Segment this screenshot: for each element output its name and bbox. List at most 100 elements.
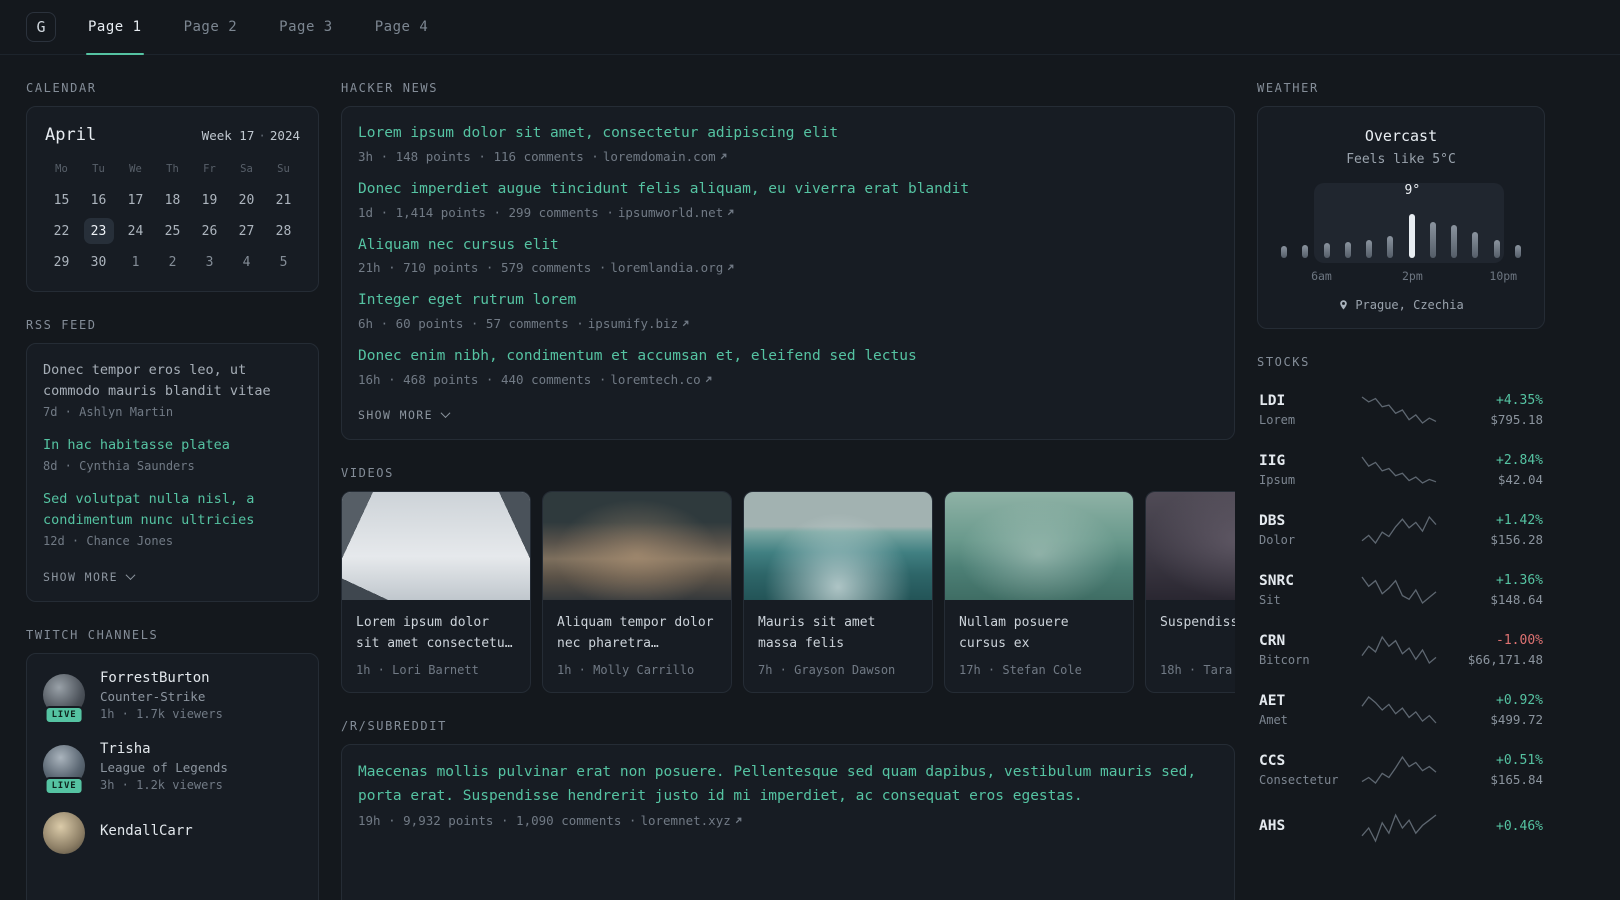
external-link-icon — [735, 817, 742, 823]
stock-name: Bitcorn — [1259, 653, 1310, 667]
twitch-channel[interactable]: LIVE Trisha League of Legends 3h · 1.2k … — [43, 741, 302, 796]
weather-bar — [1408, 214, 1415, 258]
stock-row[interactable]: LDI Lorem +4.35% $795.18 — [1257, 380, 1545, 440]
stock-sparkline — [1361, 696, 1437, 724]
hackernews-item-meta: 21h · 710 points · 579 comments · loreml… — [358, 260, 1218, 275]
stock-row[interactable]: DBS Dolor +1.42% $156.28 — [1257, 500, 1545, 560]
hackernews-source-link[interactable]: loremlandia.org — [610, 260, 735, 275]
rss-show-more-button[interactable]: SHOW MORE — [43, 569, 136, 584]
rss-item-meta: 12d · Chance Jones — [43, 533, 174, 548]
calendar-week-year: Week 17 · 2024 — [202, 128, 300, 143]
page-tabs: Page 1 Page 2 Page 3 Page 4 — [86, 0, 431, 55]
calendar-day: 23 — [83, 218, 114, 244]
stock-row[interactable]: CCS Consectetur +0.51% $165.84 — [1257, 740, 1545, 800]
external-link-icon — [682, 320, 689, 327]
video-title[interactable]: Lorem ipsum dolor sit amet consectetu… — [356, 612, 516, 654]
subreddit-post-title[interactable]: Maecenas mollis pulvinar erat non posuer… — [358, 761, 1218, 809]
hackernews-item-title[interactable]: Integer eget rutrum lorem — [358, 290, 1218, 312]
stock-id: IIG Ipsum — [1259, 453, 1351, 487]
hackernews-item: Donec imperdiet augue tincidunt felis al… — [358, 179, 1218, 220]
twitch-channel[interactable]: LIVE ForrestBurton Counter-Strike 1h · 1… — [43, 669, 302, 725]
weather-location-label: Prague, Czechia — [1355, 298, 1464, 312]
app-logo[interactable]: G — [26, 12, 56, 42]
stock-row[interactable]: IIG Ipsum +2.84% $42.04 — [1257, 440, 1545, 500]
hackernews-item-title[interactable]: Donec imperdiet augue tincidunt felis al… — [358, 179, 1218, 201]
hackernews-source-link[interactable]: loremdomain.com — [603, 149, 728, 164]
stock-values: +4.35% $795.18 — [1447, 393, 1543, 427]
page-tab[interactable]: Page 4 — [373, 0, 431, 54]
channel-info: KendallCarr — [100, 823, 193, 842]
weather-bars — [1276, 214, 1526, 258]
weekday-label: Sa — [240, 163, 253, 175]
video-thumbnail[interactable] — [744, 491, 932, 600]
page-tab[interactable]: Page 2 — [182, 0, 240, 54]
video-title[interactable]: Suspendisse diam — [1160, 612, 1235, 654]
rss-item: In hac habitasse platea 8d · Cynthia Sau… — [43, 435, 302, 473]
show-more-label: SHOW MORE — [43, 569, 118, 584]
stock-values: +0.51% $165.84 — [1447, 753, 1543, 787]
rss-item-meta: 7d · Ashlyn Martin — [43, 404, 174, 419]
stock-row[interactable]: AHS +0.46% — [1257, 800, 1545, 856]
video-meta: 17h · Stefan Cole — [959, 662, 1082, 677]
stock-name: Amet — [1259, 713, 1288, 727]
subreddit-post-meta: 19h · 9,932 points · 1,090 comments · lo… — [358, 813, 1218, 828]
video-thumbnail[interactable] — [945, 491, 1133, 600]
rss-list: Donec tempor eros leo, ut commodo mauris… — [43, 360, 302, 548]
calendar-day: 5 — [279, 254, 288, 270]
video-title[interactable]: Aliquam tempor dolor nec pharetra… — [557, 612, 717, 654]
stock-row[interactable]: SNRC Sit +1.36% $148.64 — [1257, 560, 1545, 620]
video-thumbnail[interactable] — [342, 491, 530, 600]
weather-peak-temp: 9° — [1404, 183, 1421, 198]
rss-item-title[interactable]: In hac habitasse platea — [43, 435, 302, 456]
stock-change: +1.36% — [1496, 573, 1543, 588]
subreddit-source-link[interactable]: loremnet.xyz — [640, 813, 742, 828]
twitch-channel[interactable]: KendallCarr — [43, 811, 302, 854]
video-thumbnail[interactable] — [1146, 491, 1235, 600]
stock-row[interactable]: CRN Bitcorn -1.00% $66,171.48 — [1257, 620, 1545, 680]
stock-row[interactable]: AET Amet +0.92% $499.72 — [1257, 680, 1545, 740]
rss-item-title[interactable]: Sed volutpat nulla nisl, a condimentum n… — [43, 489, 302, 531]
chevron-down-icon — [125, 570, 136, 581]
hackernews-source-link[interactable]: ipsumify.biz — [588, 316, 690, 331]
source-domain: ipsumify.biz — [587, 316, 679, 331]
hackernews-source-link[interactable]: ipsumworld.net — [618, 205, 735, 220]
video-body: Aliquam tempor dolor nec pharetra… 1h · … — [543, 600, 731, 692]
video-title[interactable]: Nullam posuere cursus ex — [959, 612, 1119, 654]
channel-name: ForrestBurton — [100, 669, 210, 686]
hackernews-item-title[interactable]: Aliquam nec cursus elit — [358, 235, 1218, 257]
hackernews-source-link[interactable]: loremtech.co — [610, 372, 712, 387]
hackernews-item-stats: 6h · 60 points · 57 comments · — [358, 316, 584, 331]
page-tab[interactable]: Page 3 — [277, 0, 335, 54]
stock-values: -1.00% $66,171.48 — [1447, 633, 1543, 667]
external-link-icon — [728, 264, 734, 271]
weekday-label: Fr — [203, 163, 216, 175]
hackernews-item-title[interactable]: Lorem ipsum dolor sit amet, consectetur … — [358, 123, 1218, 145]
stock-sparkline — [1361, 576, 1437, 605]
calendar-day: 24 — [127, 223, 144, 239]
hackernews-item-title[interactable]: Donec enim nibh, condimentum et accumsan… — [358, 346, 1218, 368]
subreddit-card: Maecenas mollis pulvinar erat non posuer… — [341, 743, 1235, 900]
weekday-label: Su — [277, 163, 290, 175]
weather-widget: WEATHER Overcast Feels like 5°C 9° 6am 2p… — [1257, 81, 1545, 329]
separator-dot: · — [258, 128, 266, 143]
calendar-day: 4 — [242, 254, 251, 270]
stock-price: $66,171.48 — [1467, 652, 1543, 667]
hackernews-item-meta: 6h · 60 points · 57 comments · ipsumify.… — [358, 316, 1218, 331]
calendar-card: April Week 17 · 2024 Mo Tu We Th Fr Sa S… — [26, 106, 319, 292]
subreddit-post: Maecenas mollis pulvinar erat non posuer… — [358, 761, 1218, 828]
source-domain: loremnet.xyz — [640, 812, 731, 828]
video-title[interactable]: Mauris sit amet massa felis — [758, 612, 918, 654]
calendar-year: 2024 — [269, 128, 300, 143]
video-card: Lorem ipsum dolor sit amet consectetu… 1… — [341, 490, 531, 693]
rss-item-title[interactable]: Donec tempor eros leo, ut commodo mauris… — [43, 360, 302, 402]
weather-condition: Overcast — [1364, 127, 1438, 145]
channel-game: League of Legends — [100, 759, 228, 775]
weather-bar — [1451, 225, 1458, 258]
rss-card: Donec tempor eros leo, ut commodo mauris… — [26, 343, 319, 602]
video-card: Aliquam tempor dolor nec pharetra… 1h · … — [542, 490, 732, 693]
page-tab[interactable]: Page 1 — [86, 0, 144, 55]
video-thumbnail[interactable] — [543, 491, 731, 600]
video-body: Nullam posuere cursus ex 17h · Stefan Co… — [945, 600, 1133, 692]
calendar-day: 3 — [205, 254, 214, 270]
hackernews-show-more-button[interactable]: SHOW MORE — [358, 408, 451, 422]
